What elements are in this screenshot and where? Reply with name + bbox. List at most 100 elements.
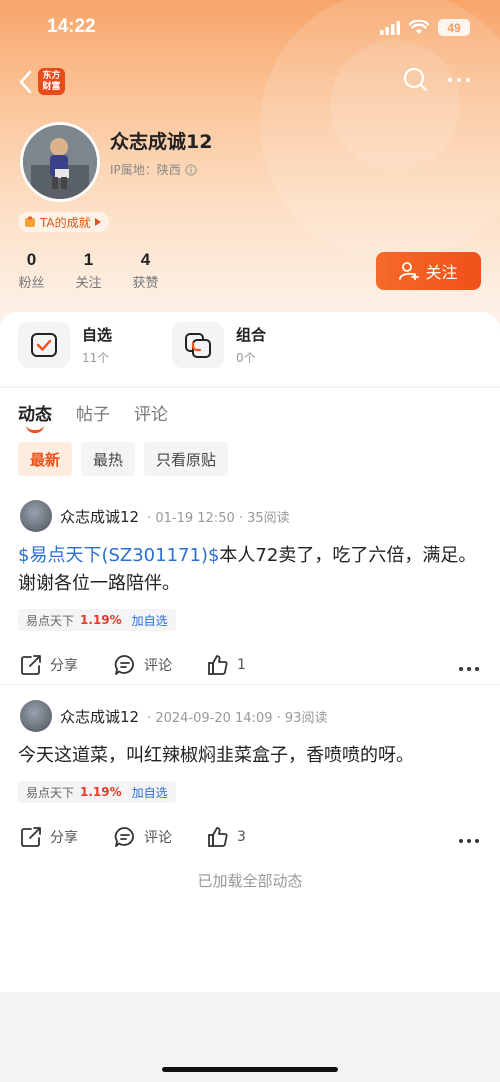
stock-tag-change: 1.19% xyxy=(80,613,122,627)
all-loaded-text: 已加载全部动态 xyxy=(197,872,303,890)
filter-original-only[interactable]: 只看原贴 xyxy=(144,442,229,476)
stat-label: 粉丝 xyxy=(18,276,45,291)
triangle-right-icon xyxy=(94,218,101,226)
trophy-icon xyxy=(25,216,35,227)
stock-tag-change: 1.19% xyxy=(80,785,122,799)
status-bar: 14:22 49 xyxy=(0,0,500,58)
post-divider xyxy=(0,684,500,685)
quick-count: 11个 xyxy=(82,351,110,365)
wifi-icon xyxy=(409,20,429,34)
app-logo[interactable]: 东方 财富 xyxy=(38,68,65,95)
achievement-badge[interactable]: TA的成就 xyxy=(18,212,109,232)
more-icon[interactable] xyxy=(458,832,480,850)
like-count: 1 xyxy=(237,657,246,673)
signal-icon xyxy=(380,20,400,35)
post-avatar[interactable] xyxy=(20,500,52,532)
post-content[interactable]: $易点天下(SZ301171)$本人72卖了，吃了六倍，满足。谢谢各位一路陪伴。 xyxy=(18,542,482,598)
stock-tag-name: 易点天下 xyxy=(26,785,75,800)
stock-tag[interactable]: 易点天下 1.19% 加自选 xyxy=(18,609,176,631)
post-header: 众志成诚12 · 01-19 12:50 · 35阅读 xyxy=(20,500,290,532)
add-user-icon xyxy=(399,262,420,280)
ip-location-text: IP属地：陕西 xyxy=(110,163,181,177)
filter-latest[interactable]: 最新 xyxy=(18,442,73,476)
status-icons: 49 xyxy=(380,19,470,36)
post-avatar[interactable] xyxy=(20,700,52,732)
post-actions: 分享 评论 3 xyxy=(20,826,480,856)
follow-label: 关注 xyxy=(425,263,458,282)
share-button[interactable]: 分享 xyxy=(20,654,78,676)
tab-posts[interactable]: 帖子 xyxy=(76,400,110,425)
post-author[interactable]: 众志成诚12 xyxy=(60,506,139,527)
status-time: 14:22 xyxy=(47,16,96,37)
filter-chips: 最新 最热 只看原贴 xyxy=(18,442,229,476)
stat-following[interactable]: 1 关注 xyxy=(75,250,102,291)
comment-label: 评论 xyxy=(144,658,172,674)
divider xyxy=(0,386,500,388)
watchlist-icon xyxy=(18,322,70,368)
logo-line: 财富 xyxy=(42,82,61,92)
profile-username: 众志成诚12 xyxy=(110,131,213,153)
logo-line: 东方 xyxy=(42,71,61,81)
quick-count: 0个 xyxy=(236,351,256,365)
post-header: 众志成诚12 · 2024-09-20 14:09 · 93阅读 xyxy=(20,700,327,732)
top-nav: 东方 财富 xyxy=(0,60,500,104)
like-button[interactable]: 3 xyxy=(207,826,246,848)
avatar-photo xyxy=(23,125,97,199)
home-indicator[interactable] xyxy=(162,1067,338,1072)
post-meta: · 2024-09-20 14:09 · 93阅读 xyxy=(147,710,328,726)
portfolio-entry[interactable]: 组合 0个 xyxy=(172,322,266,368)
comment-button[interactable]: 评论 xyxy=(114,654,172,676)
thumbs-up-icon xyxy=(208,827,228,847)
share-icon xyxy=(21,655,41,675)
stock-link[interactable]: $易点天下(SZ301171)$ xyxy=(18,545,219,566)
post-meta: · 01-19 12:50 · 35阅读 xyxy=(147,510,290,526)
battery-indicator: 49 xyxy=(438,19,470,36)
ip-location: IP属地：陕西 xyxy=(110,161,197,178)
post-author[interactable]: 众志成诚12 xyxy=(60,706,139,727)
search-icon[interactable] xyxy=(402,66,430,94)
portfolio-icon xyxy=(172,322,225,368)
share-label: 分享 xyxy=(50,658,78,674)
post-actions: 分享 评论 1 xyxy=(20,654,480,684)
stock-tag[interactable]: 易点天下 1.19% 加自选 xyxy=(18,781,176,803)
like-button[interactable]: 1 xyxy=(207,654,246,676)
add-watchlist-link[interactable]: 加自选 xyxy=(132,612,168,629)
like-count: 3 xyxy=(237,829,246,845)
tab-bar: 动态 帖子 评论 xyxy=(18,400,168,433)
achievement-label: TA的成就 xyxy=(40,215,91,230)
stat-followers[interactable]: 0 粉丝 xyxy=(18,250,45,291)
thumbs-up-icon xyxy=(208,655,228,675)
quick-entries: 自选 11个 组合 0个 xyxy=(18,322,266,368)
filter-hottest[interactable]: 最热 xyxy=(81,442,136,476)
quick-title: 自选 xyxy=(82,326,113,344)
stat-likes[interactable]: 4 获赞 xyxy=(132,250,159,291)
more-icon[interactable] xyxy=(445,66,473,94)
info-icon[interactable] xyxy=(185,164,197,176)
share-button[interactable]: 分享 xyxy=(20,826,78,848)
comment-button[interactable]: 评论 xyxy=(114,826,172,848)
comment-icon xyxy=(114,655,134,675)
stat-label: 获赞 xyxy=(132,276,159,291)
post-text: 今天这道菜，叫红辣椒焖韭菜盒子，香喷喷的呀。 xyxy=(18,745,414,766)
comment-label: 评论 xyxy=(144,830,172,846)
post-content[interactable]: 今天这道菜，叫红辣椒焖韭菜盒子，香喷喷的呀。 xyxy=(18,742,482,770)
share-icon xyxy=(21,827,41,847)
watchlist-entry[interactable]: 自选 11个 xyxy=(18,322,112,368)
quick-title: 组合 xyxy=(236,326,267,344)
back-arrow-icon[interactable] xyxy=(14,66,38,98)
comment-icon xyxy=(114,827,134,847)
content-card: 自选 11个 组合 0个 动态 帖子 评论 最新 最热 只看原贴 众志成诚12 … xyxy=(0,312,500,992)
follow-button[interactable]: 关注 xyxy=(376,252,481,290)
add-watchlist-link[interactable]: 加自选 xyxy=(132,784,168,801)
stat-number: 1 xyxy=(83,250,94,269)
stock-tag-name: 易点天下 xyxy=(26,613,75,628)
profile-stats: 0 粉丝 1 关注 4 获赞 xyxy=(18,250,159,291)
tab-activity[interactable]: 动态 xyxy=(18,400,52,433)
tab-comments[interactable]: 评论 xyxy=(134,400,168,425)
stat-number: 0 xyxy=(26,250,37,269)
more-icon[interactable] xyxy=(458,660,480,678)
profile-avatar[interactable] xyxy=(20,122,100,202)
stat-label: 关注 xyxy=(75,276,102,291)
share-label: 分享 xyxy=(50,830,78,846)
stat-number: 4 xyxy=(140,250,151,269)
